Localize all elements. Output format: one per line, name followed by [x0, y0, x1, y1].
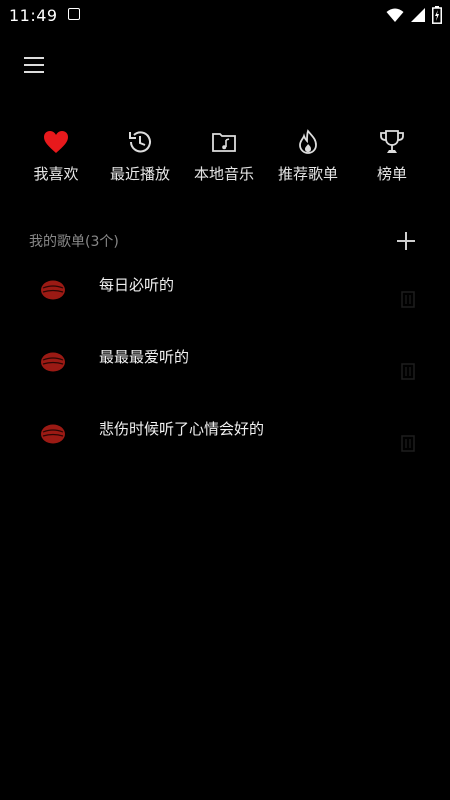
- trash-icon[interactable]: [400, 361, 416, 381]
- trash-icon[interactable]: [400, 433, 416, 453]
- wifi-icon: [386, 8, 404, 22]
- playlist-name: 悲伤时候听了心情会好的: [99, 420, 265, 438]
- shortcut-favorites[interactable]: 我喜欢: [14, 125, 98, 189]
- plus-icon-bar: [397, 240, 415, 242]
- shortcut-charts[interactable]: 榜单: [350, 125, 434, 189]
- shortcut-label: 本地音乐: [193, 165, 254, 183]
- history-icon: [129, 131, 151, 153]
- signal-icon: [411, 8, 425, 22]
- playlist-cover: [41, 280, 65, 300]
- playlist-cover: [41, 352, 65, 372]
- playlist-cover: [41, 424, 65, 444]
- battery-icon: [432, 6, 442, 24]
- playlist-item[interactable]: 悲伤时候听了心情会好的: [0, 409, 450, 469]
- status-time: 11:49: [9, 6, 58, 25]
- playlists-header: 我的歌单(3个): [0, 225, 450, 255]
- shortcuts-row: 我喜欢 最近播放 本地音乐 推荐歌单 榜单: [0, 125, 450, 195]
- status-icons: [386, 6, 442, 24]
- shortcut-recommended-playlists[interactable]: 推荐歌单: [266, 125, 350, 189]
- menu-icon: [24, 57, 44, 59]
- shortcut-label: 我喜欢: [33, 165, 79, 183]
- folder-music-icon: [212, 133, 236, 152]
- shortcut-label: 推荐歌单: [277, 165, 338, 183]
- add-playlist-button[interactable]: [395, 230, 417, 252]
- notification-icon: [68, 8, 80, 20]
- menu-icon-bar: [24, 64, 44, 66]
- trophy-icon: [380, 130, 404, 153]
- trash-icon[interactable]: [400, 289, 416, 309]
- playlist-name: 每日必听的: [99, 276, 175, 294]
- status-bar: 11:49: [0, 0, 450, 30]
- playlist-item[interactable]: 每日必听的: [0, 265, 450, 325]
- playlists-section-title: 我的歌单(3个): [29, 234, 119, 250]
- heart-icon: [44, 131, 68, 153]
- menu-button[interactable]: [22, 55, 48, 75]
- playlist-name: 最最最爱听的: [99, 348, 190, 366]
- shortcut-label: 最近播放: [109, 165, 170, 183]
- shortcut-label: 榜单: [376, 165, 407, 183]
- menu-icon-bar: [24, 71, 44, 73]
- flame-icon: [299, 129, 317, 154]
- playlist-item[interactable]: 最最最爱听的: [0, 337, 450, 397]
- shortcut-local-music[interactable]: 本地音乐: [182, 125, 266, 189]
- shortcut-recent[interactable]: 最近播放: [98, 125, 182, 189]
